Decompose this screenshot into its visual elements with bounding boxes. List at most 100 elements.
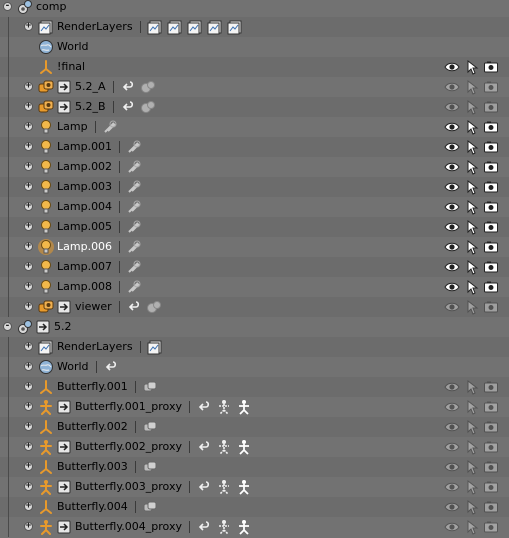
- render-camera-icon[interactable]: [483, 99, 499, 115]
- render-camera-icon[interactable]: [483, 479, 499, 495]
- lampdata-icon[interactable]: [126, 159, 142, 175]
- row-label[interactable]: Lamp.001: [57, 140, 112, 153]
- selectable-cursor-icon[interactable]: [464, 519, 480, 535]
- armdata-icon[interactable]: [216, 439, 232, 455]
- expand-toggle[interactable]: +: [24, 122, 33, 131]
- row-label[interactable]: Butterfly.002_proxy: [75, 440, 182, 453]
- selectable-cursor-icon[interactable]: [464, 199, 480, 215]
- lampdata-icon[interactable]: [126, 199, 142, 215]
- outliner-row[interactable]: + Butterfly.004: [0, 497, 509, 517]
- link-icon[interactable]: [126, 299, 142, 315]
- render-camera-icon[interactable]: [483, 419, 499, 435]
- expand-toggle[interactable]: +: [24, 162, 33, 171]
- visibility-eye-icon[interactable]: [444, 139, 460, 155]
- render-camera-icon[interactable]: [483, 179, 499, 195]
- visibility-eye-icon[interactable]: [444, 199, 460, 215]
- expand-toggle[interactable]: +: [24, 382, 33, 391]
- expand-toggle[interactable]: +: [24, 302, 33, 311]
- visibility-eye-icon[interactable]: [444, 399, 460, 415]
- outliner-row[interactable]: + Butterfly.001: [0, 377, 509, 397]
- row-label[interactable]: Lamp.007: [57, 260, 112, 273]
- row-label[interactable]: 5.2_B: [75, 100, 106, 113]
- render-camera-icon[interactable]: [483, 259, 499, 275]
- row-label[interactable]: Lamp.005: [57, 220, 112, 233]
- lampdata-icon[interactable]: [126, 259, 142, 275]
- group-data-icon[interactable]: [142, 459, 158, 475]
- visibility-eye-icon[interactable]: [444, 479, 460, 495]
- visibility-eye-icon[interactable]: [444, 179, 460, 195]
- lampdata-icon[interactable]: [126, 139, 142, 155]
- row-label[interactable]: Butterfly.003_proxy: [75, 480, 182, 493]
- visibility-eye-icon[interactable]: [444, 519, 460, 535]
- render-camera-icon[interactable]: [483, 139, 499, 155]
- collapse-toggle[interactable]: -: [3, 322, 12, 331]
- visibility-eye-icon[interactable]: [444, 239, 460, 255]
- row-label[interactable]: Butterfly.003: [57, 460, 128, 473]
- expand-toggle[interactable]: +: [24, 482, 33, 491]
- row-label[interactable]: Butterfly.001: [57, 380, 128, 393]
- selectable-cursor-icon[interactable]: [464, 219, 480, 235]
- lampdata-icon[interactable]: [126, 279, 142, 295]
- layer-icon[interactable]: [227, 19, 243, 35]
- selectable-cursor-icon[interactable]: [464, 259, 480, 275]
- render-camera-icon[interactable]: [483, 399, 499, 415]
- link-icon[interactable]: [120, 79, 136, 95]
- row-label[interactable]: RenderLayers: [57, 340, 133, 353]
- link-icon[interactable]: [196, 519, 212, 535]
- expand-toggle[interactable]: +: [24, 402, 33, 411]
- expand-toggle[interactable]: +: [24, 142, 33, 151]
- selectable-cursor-icon[interactable]: [464, 159, 480, 175]
- expand-toggle[interactable]: +: [24, 362, 33, 371]
- visibility-eye-icon[interactable]: [444, 459, 460, 475]
- row-label[interactable]: !final: [57, 60, 85, 73]
- visibility-eye-icon[interactable]: [444, 79, 460, 95]
- visibility-eye-icon[interactable]: [444, 379, 460, 395]
- outliner-row[interactable]: - 5.2: [0, 317, 509, 337]
- outliner-row[interactable]: + Lamp: [0, 117, 509, 137]
- collapse-toggle[interactable]: -: [3, 2, 12, 11]
- link-icon[interactable]: [103, 359, 119, 375]
- row-label[interactable]: 5.2: [54, 320, 72, 333]
- expand-toggle[interactable]: +: [24, 282, 33, 291]
- outliner-row[interactable]: + Butterfly.003: [0, 457, 509, 477]
- render-camera-icon[interactable]: [483, 199, 499, 215]
- render-camera-icon[interactable]: [483, 499, 499, 515]
- row-label[interactable]: Butterfly.004_proxy: [75, 520, 182, 533]
- expand-toggle[interactable]: +: [24, 102, 33, 111]
- expand-toggle[interactable]: +: [24, 82, 33, 91]
- selectable-cursor-icon[interactable]: [464, 379, 480, 395]
- visibility-eye-icon[interactable]: [444, 99, 460, 115]
- visibility-eye-icon[interactable]: [444, 439, 460, 455]
- render-camera-icon[interactable]: [483, 519, 499, 535]
- row-label[interactable]: Lamp.008: [57, 280, 112, 293]
- row-label[interactable]: Lamp.002: [57, 160, 112, 173]
- selectable-cursor-icon[interactable]: [464, 439, 480, 455]
- armdata-icon[interactable]: [216, 519, 232, 535]
- visibility-eye-icon[interactable]: [444, 499, 460, 515]
- render-camera-icon[interactable]: [483, 239, 499, 255]
- render-camera-icon[interactable]: [483, 299, 499, 315]
- selectable-cursor-icon[interactable]: [464, 99, 480, 115]
- link-icon[interactable]: [196, 439, 212, 455]
- selectable-cursor-icon[interactable]: [464, 139, 480, 155]
- row-label[interactable]: Butterfly.002: [57, 420, 128, 433]
- selectable-cursor-icon[interactable]: [464, 239, 480, 255]
- outliner-row[interactable]: World: [0, 37, 509, 57]
- layer-icon[interactable]: [207, 19, 223, 35]
- outliner-row[interactable]: !final: [0, 57, 509, 77]
- outliner-row[interactable]: + Lamp.006: [0, 237, 509, 257]
- visibility-eye-icon[interactable]: [444, 119, 460, 135]
- armpose-icon[interactable]: [236, 479, 252, 495]
- armpose-icon[interactable]: [236, 519, 252, 535]
- armpose-icon[interactable]: [236, 399, 252, 415]
- lampdata-icon[interactable]: [126, 219, 142, 235]
- expand-toggle[interactable]: +: [24, 202, 33, 211]
- layer-icon[interactable]: [167, 19, 183, 35]
- expand-toggle[interactable]: +: [24, 422, 33, 431]
- visibility-eye-icon[interactable]: [444, 59, 460, 75]
- outliner-row[interactable]: + Lamp.001: [0, 137, 509, 157]
- row-label[interactable]: Lamp: [57, 120, 88, 133]
- row-label[interactable]: 5.2_A: [75, 80, 106, 93]
- selectable-cursor-icon[interactable]: [464, 59, 480, 75]
- outliner-row[interactable]: + World: [0, 357, 509, 377]
